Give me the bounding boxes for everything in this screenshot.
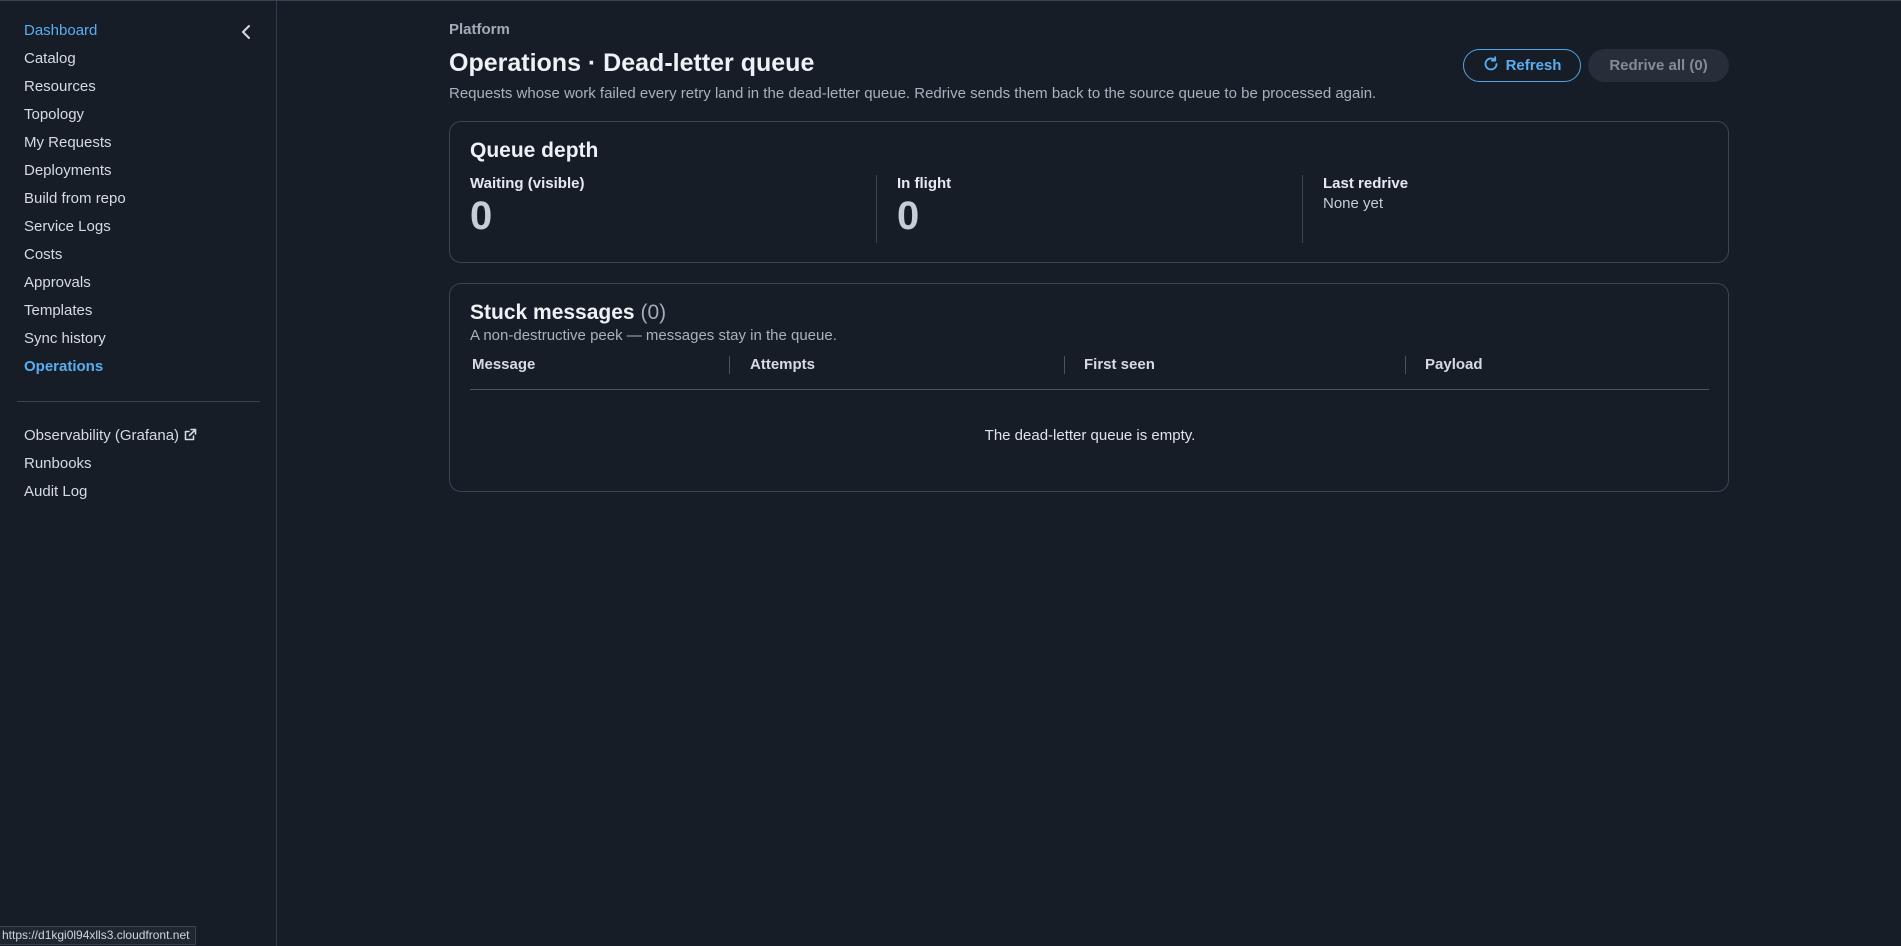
sidebar-item-dashboard[interactable]: Dashboard bbox=[24, 20, 97, 42]
top-border bbox=[0, 0, 1901, 1]
sidebar-item-my-requests[interactable]: My Requests bbox=[24, 132, 112, 154]
sidebar-item-topology[interactable]: Topology bbox=[24, 104, 84, 126]
sidebar-item-operations[interactable]: Operations bbox=[24, 356, 103, 378]
sidebar: Dashboard Catalog Resources Topology My … bbox=[0, 1, 277, 946]
column-divider[interactable] bbox=[729, 356, 730, 374]
last-redrive-value: None yet bbox=[1323, 195, 1384, 212]
sidebar-item-observability[interactable]: Observability (Grafana) bbox=[24, 425, 197, 447]
sidebar-item-approvals[interactable]: Approvals bbox=[24, 272, 91, 294]
status-bar-url: https://d1kgi0l94xlls3.cloudfront.net bbox=[0, 926, 197, 945]
column-header-attempts[interactable]: Attempts bbox=[750, 356, 815, 373]
redrive-all-button[interactable]: Redrive all (0) bbox=[1588, 49, 1729, 82]
last-redrive-label: Last redrive bbox=[1323, 175, 1409, 192]
stuck-messages-title-text: Stuck messages bbox=[470, 301, 635, 324]
sidebar-item-deployments[interactable]: Deployments bbox=[24, 160, 112, 182]
sidebar-item-label: Observability (Grafana) bbox=[24, 427, 180, 444]
refresh-label: Refresh bbox=[1505, 57, 1562, 74]
sidebar-item-service-logs[interactable]: Service Logs bbox=[24, 216, 111, 238]
sidebar-item-build-from-repo[interactable]: Build from repo bbox=[24, 188, 126, 210]
queue-depth-card: Queue depth Waiting (visible) 0 In fligh… bbox=[449, 121, 1729, 263]
metric-last-redrive: Last redrive None yet bbox=[1302, 175, 1709, 243]
sidebar-item-sync-history[interactable]: Sync history bbox=[24, 328, 106, 350]
stuck-messages-count: (0) bbox=[640, 301, 667, 324]
sidebar-item-templates[interactable]: Templates bbox=[24, 300, 92, 322]
queue-depth-title: Queue depth bbox=[470, 139, 599, 162]
sidebar-item-catalog[interactable]: Catalog bbox=[24, 48, 76, 70]
chevron-left-icon[interactable] bbox=[238, 23, 254, 41]
sidebar-item-resources[interactable]: Resources bbox=[24, 76, 96, 98]
column-divider[interactable] bbox=[1064, 356, 1065, 374]
page-title: Operations · Dead-letter queue bbox=[449, 49, 815, 77]
metric-waiting: Waiting (visible) 0 bbox=[450, 175, 857, 243]
empty-state-message: The dead-letter queue is empty. bbox=[984, 427, 1196, 444]
column-header-message[interactable]: Message bbox=[472, 356, 535, 373]
sidebar-item-audit-log[interactable]: Audit Log bbox=[24, 481, 87, 503]
stuck-messages-card: Stuck messages (0) A non-destructive pee… bbox=[449, 283, 1729, 492]
column-header-payload[interactable]: Payload bbox=[1425, 356, 1483, 373]
page-eyebrow: Platform bbox=[449, 21, 510, 38]
in-flight-label: In flight bbox=[897, 175, 952, 192]
sidebar-item-runbooks[interactable]: Runbooks bbox=[24, 453, 92, 475]
in-flight-value: 0 bbox=[897, 194, 920, 238]
page-description: Requests whose work failed every retry l… bbox=[449, 85, 1377, 102]
refresh-icon bbox=[1483, 55, 1499, 76]
column-divider[interactable] bbox=[1405, 356, 1406, 374]
waiting-label: Waiting (visible) bbox=[470, 175, 585, 192]
table-header: Message Attempts First seen Payload bbox=[470, 356, 1709, 374]
waiting-value: 0 bbox=[470, 194, 493, 238]
table-header-rule bbox=[470, 389, 1709, 390]
sidebar-divider bbox=[17, 401, 260, 402]
metric-in-flight: In flight 0 bbox=[876, 175, 1283, 243]
stuck-messages-title: Stuck messages (0) bbox=[470, 301, 666, 325]
stuck-messages-subtitle: A non-destructive peek — messages stay i… bbox=[470, 327, 837, 344]
column-header-first-seen[interactable]: First seen bbox=[1084, 356, 1155, 373]
refresh-button[interactable]: Refresh bbox=[1463, 49, 1581, 82]
external-link-icon bbox=[184, 426, 197, 448]
sidebar-item-costs[interactable]: Costs bbox=[24, 244, 62, 266]
